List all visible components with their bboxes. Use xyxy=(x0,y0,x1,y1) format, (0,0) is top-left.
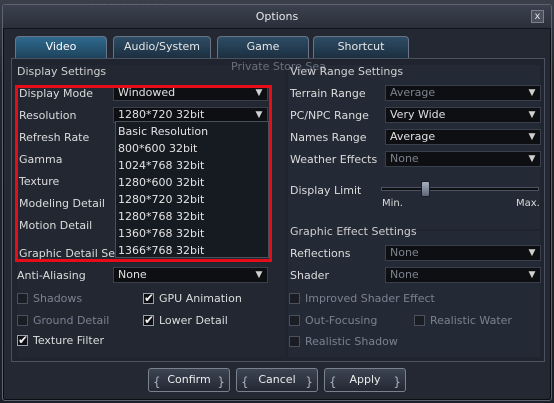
shader-select[interactable]: None ▼ xyxy=(385,267,541,283)
bracket-right-icon: } xyxy=(393,375,401,389)
dropdown-option[interactable]: 1280*768 32bit xyxy=(118,209,204,225)
names-range-label: Names Range xyxy=(290,131,367,144)
pcnpc-range-label: PC/NPC Range xyxy=(290,109,369,122)
slider-max-label: Max. xyxy=(516,198,540,209)
reflections-select[interactable]: None ▼ xyxy=(385,245,541,261)
bracket-left-icon: { xyxy=(329,375,337,389)
dropdown-option[interactable]: 1280*720 32bit xyxy=(118,192,204,208)
tab-game[interactable]: Game xyxy=(217,36,309,58)
reflections-value: None xyxy=(390,246,419,259)
display-settings-title: Display Settings xyxy=(17,65,107,78)
checkmark-icon: ✔ xyxy=(144,291,155,305)
chevron-down-icon: ▼ xyxy=(528,88,536,98)
chevron-down-icon: ▼ xyxy=(255,270,263,280)
names-range-value: Average xyxy=(390,130,436,143)
shadows-checkbox[interactable] xyxy=(17,293,28,304)
display-mode-select[interactable]: Windowed ▼ xyxy=(113,85,268,101)
gamma-label: Gamma xyxy=(19,153,63,166)
refresh-rate-label: Refresh Rate xyxy=(19,131,90,144)
dropdown-option[interactable]: Basic Resolution xyxy=(118,124,208,140)
realistic-water-label: Realistic Water xyxy=(430,314,512,327)
graphic-detail-label: Graphic Detail Settings xyxy=(19,247,115,260)
pcnpc-range-value: Very Wide xyxy=(390,108,446,121)
texture-filter-label: Texture Filter xyxy=(33,334,105,347)
anti-aliasing-select[interactable]: None ▼ xyxy=(113,267,268,283)
terrain-range-value: Average xyxy=(390,86,436,99)
realistic-water-checkbox[interactable] xyxy=(414,315,425,326)
checkmark-icon: ✔ xyxy=(18,333,29,347)
bracket-left-icon: { xyxy=(241,375,249,389)
resolution-value: 1280*720 32bit xyxy=(118,108,205,121)
dropdown-option[interactable]: 1366*768 32bit xyxy=(118,243,204,259)
modeling-detail-label: Modeling Detail xyxy=(19,197,105,210)
apply-label: Apply xyxy=(349,373,381,386)
terrain-range-label: Terrain Range xyxy=(290,87,366,100)
texture-filter-checkbox[interactable]: ✔ xyxy=(17,333,29,347)
tab-audio-system[interactable]: Audio/System xyxy=(113,36,211,58)
tab-shortcut[interactable]: Shortcut xyxy=(313,36,409,58)
bracket-left-icon: { xyxy=(153,375,161,389)
dropdown-option[interactable]: 800*600 32bit xyxy=(118,141,197,157)
graphic-effect-title: Graphic Effect Settings xyxy=(290,225,417,238)
names-range-select[interactable]: Average ▼ xyxy=(385,129,541,145)
title-bar: Options x xyxy=(3,5,551,29)
display-mode-label: Display Mode xyxy=(19,87,94,100)
bracket-right-icon: } xyxy=(217,375,225,389)
realistic-shadow-label: Realistic Shadow xyxy=(305,335,398,348)
close-icon[interactable]: x xyxy=(531,10,544,23)
view-range-title: View Range Settings xyxy=(290,65,404,78)
chevron-down-icon: ▼ xyxy=(528,248,536,258)
pcnpc-range-select[interactable]: Very Wide ▼ xyxy=(385,107,541,123)
slider-min-label: Min. xyxy=(382,198,403,209)
chevron-down-icon: ▼ xyxy=(528,110,536,120)
resolution-dropdown-list: Basic Resolution 800*600 32bit 1024*768 … xyxy=(115,121,269,258)
chevron-down-icon: ▼ xyxy=(255,88,263,98)
reflections-label: Reflections xyxy=(290,247,351,260)
chevron-down-icon: ▼ xyxy=(528,270,536,280)
cancel-label: Cancel xyxy=(258,373,296,386)
chevron-down-icon: ▼ xyxy=(255,110,263,120)
checkmark-icon: ✔ xyxy=(144,313,155,327)
anti-aliasing-value: None xyxy=(118,268,147,281)
dropdown-option[interactable]: 1024*768 32bit xyxy=(118,158,204,174)
apply-button[interactable]: { Apply } xyxy=(324,368,406,392)
texture-label: Texture xyxy=(19,175,60,188)
dropdown-option[interactable]: 1360*768 32bit xyxy=(118,226,204,242)
tab-video[interactable]: Video xyxy=(15,36,107,58)
chevron-down-icon: ▼ xyxy=(528,154,536,164)
display-limit-track[interactable] xyxy=(381,187,539,191)
improved-shader-checkbox[interactable] xyxy=(289,293,300,304)
dropdown-option[interactable]: 1280*600 32bit xyxy=(118,175,204,191)
lower-detail-checkbox[interactable]: ✔ xyxy=(143,313,155,327)
chevron-down-icon: ▼ xyxy=(528,132,536,142)
ground-detail-checkbox[interactable] xyxy=(17,315,28,326)
confirm-button[interactable]: { Confirm } xyxy=(148,368,230,392)
lower-detail-label: Lower Detail xyxy=(159,314,228,327)
shader-value: None xyxy=(390,268,419,281)
realistic-shadow-checkbox[interactable] xyxy=(289,336,300,347)
display-limit-slider-handle[interactable] xyxy=(421,181,431,197)
anti-aliasing-label: Anti-Aliasing xyxy=(17,269,86,282)
out-focusing-checkbox[interactable] xyxy=(289,315,300,326)
terrain-range-select[interactable]: Average ▼ xyxy=(385,85,541,101)
display-limit-label: Display Limit xyxy=(290,184,362,197)
motion-detail-label: Motion Detail xyxy=(19,219,93,232)
ground-detail-label: Ground Detail xyxy=(33,314,110,327)
resolution-label: Resolution xyxy=(19,109,77,122)
shader-label: Shader xyxy=(290,269,329,282)
confirm-label: Confirm xyxy=(167,373,211,386)
display-mode-value: Windowed xyxy=(118,86,176,99)
weather-effects-label: Weather Effects xyxy=(290,153,378,166)
gpu-animation-label: GPU Animation xyxy=(159,292,242,305)
improved-shader-label: Improved Shader Effect xyxy=(305,292,435,305)
weather-effects-value: None xyxy=(390,152,419,165)
weather-effects-select[interactable]: None ▼ xyxy=(385,151,541,167)
shadows-label: Shadows xyxy=(33,292,83,305)
out-focusing-label: Out-Focusing xyxy=(305,314,378,327)
cancel-button[interactable]: { Cancel } xyxy=(236,368,318,392)
window-title: Options xyxy=(255,10,299,23)
bracket-right-icon: } xyxy=(305,375,313,389)
gpu-animation-checkbox[interactable]: ✔ xyxy=(143,291,155,305)
